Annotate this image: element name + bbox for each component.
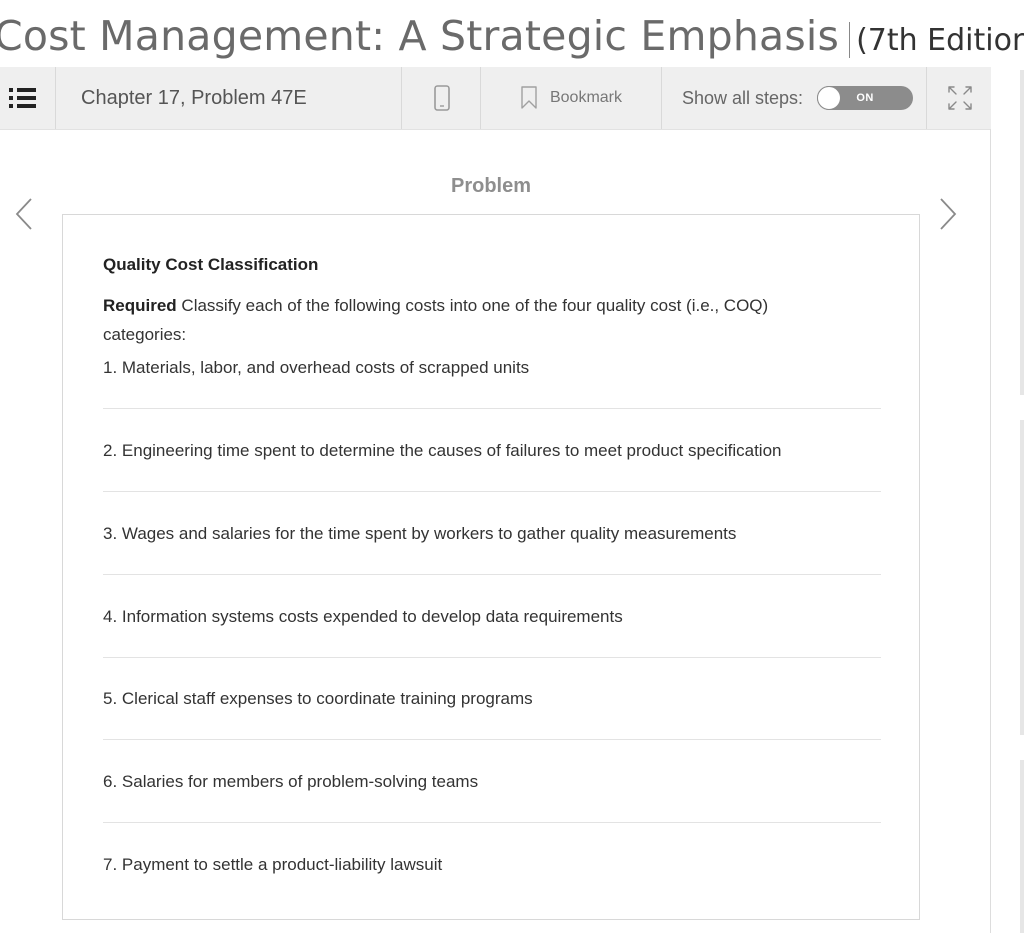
mobile-view-button[interactable] bbox=[403, 67, 481, 129]
bookmark-button[interactable]: Bookmark bbox=[481, 67, 662, 129]
list-menu-icon bbox=[9, 88, 36, 108]
problem-box: Quality Cost Classification Required Cla… bbox=[62, 214, 920, 920]
table-of-contents-button[interactable] bbox=[0, 67, 56, 129]
book-title: Cost Management: A Strategic Emphasis (7… bbox=[0, 12, 1024, 68]
item-divider bbox=[103, 657, 881, 658]
show-all-steps-label: Show all steps: bbox=[682, 87, 804, 108]
bookmark-icon bbox=[521, 86, 537, 109]
list-item: 6. Salaries for members of problem-solvi… bbox=[103, 772, 479, 791]
chevron-right-icon bbox=[940, 198, 957, 230]
list-item: 2. Engineering time spent to determine t… bbox=[103, 441, 782, 460]
previous-problem-button[interactable] bbox=[10, 196, 40, 232]
chapter-label: Chapter 17, Problem 47E bbox=[81, 86, 307, 109]
solution-toolbar: Chapter 17, Problem 47E Bookmark Show al… bbox=[0, 67, 991, 130]
toggle-knob bbox=[817, 86, 842, 110]
problem-title: Quality Cost Classification bbox=[103, 255, 319, 274]
expand-icon bbox=[947, 86, 972, 110]
book-edition: (7th Edition) bbox=[856, 23, 1024, 58]
title-separator bbox=[849, 22, 851, 58]
problem-heading: Problem bbox=[450, 175, 532, 197]
list-item: 7. Payment to settle a product-liability… bbox=[103, 855, 443, 874]
required-text: Classify each of the following costs int… bbox=[103, 296, 769, 344]
bookmark-label: Bookmark bbox=[549, 89, 623, 106]
solution-page: Cost Management: A Strategic Emphasis (7… bbox=[0, 0, 1024, 933]
next-problem-button[interactable] bbox=[932, 196, 962, 232]
chapter-selector[interactable]: Chapter 17, Problem 47E bbox=[56, 67, 402, 129]
required-label: Required bbox=[103, 296, 177, 315]
problem-instructions: Required Classify each of the following … bbox=[103, 291, 843, 349]
item-divider bbox=[103, 822, 881, 823]
item-divider bbox=[103, 739, 881, 740]
fullscreen-button[interactable] bbox=[928, 67, 991, 129]
toggle-state-label: ON bbox=[856, 92, 874, 104]
book-title-text: Cost Management: A Strategic Emphasis bbox=[0, 12, 840, 60]
show-all-steps-control: Show all steps: ON bbox=[662, 67, 927, 129]
list-item: 5. Clerical staff expenses to coordinate… bbox=[103, 689, 533, 708]
chevron-left-icon bbox=[15, 198, 32, 230]
item-divider bbox=[103, 408, 881, 409]
list-item: 1. Materials, labor, and overhead costs … bbox=[103, 358, 530, 377]
mobile-phone-icon bbox=[433, 85, 450, 111]
list-item: 3. Wages and salaries for the time spent… bbox=[103, 524, 737, 543]
item-divider bbox=[103, 491, 881, 492]
show-all-steps-toggle[interactable]: ON bbox=[817, 86, 914, 110]
item-divider bbox=[103, 574, 881, 575]
content-right-border bbox=[990, 129, 991, 933]
list-item: 4. Information systems costs expended to… bbox=[103, 607, 623, 626]
